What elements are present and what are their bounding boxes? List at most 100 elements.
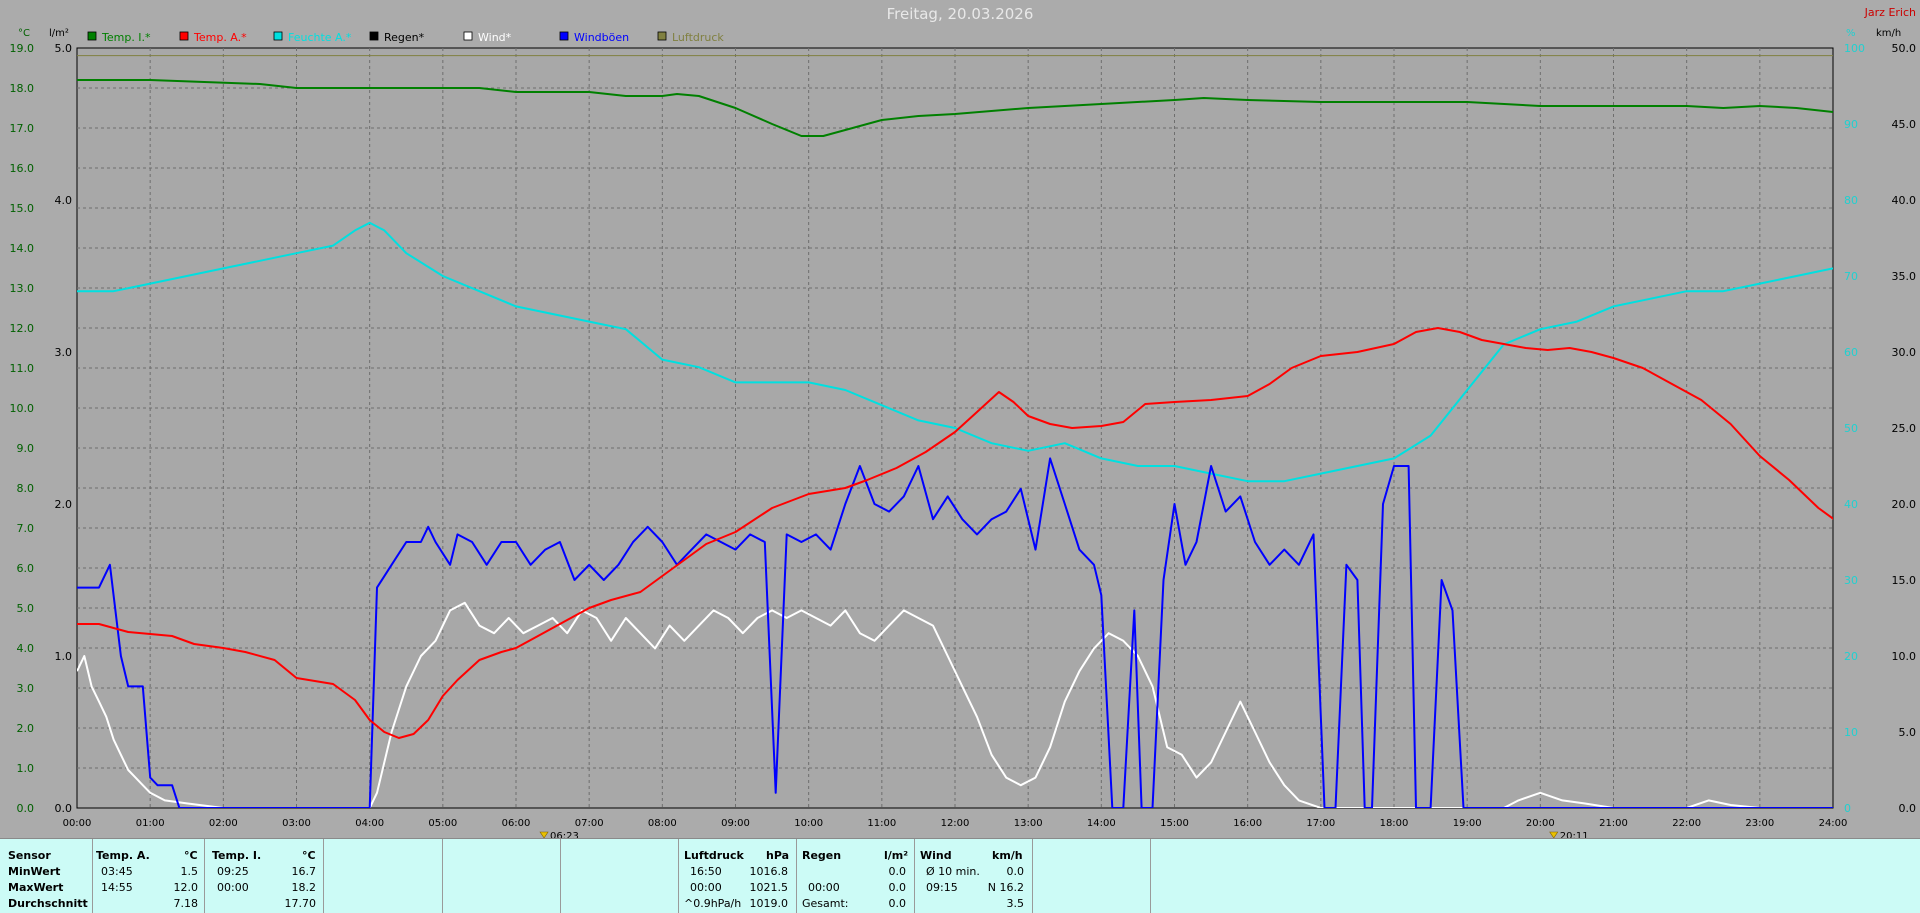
temp-axis-unit: °C <box>18 28 30 39</box>
x-tick-label: 00:00 <box>63 818 92 829</box>
rain-axis-unit: l/m² <box>49 28 69 39</box>
statistics-panel: Sensor MinWert MaxWert Durchschnitt Temp… <box>0 838 1920 913</box>
legend-swatch <box>179 31 189 41</box>
rain-tick-label: 2.0 <box>55 498 73 511</box>
humidity-tick-label: 0 <box>1844 802 1851 815</box>
temp-i-max-time: 00:00 <box>217 881 249 894</box>
x-tick-label: 16:00 <box>1233 818 1262 829</box>
rain-max-time: 00:00 <box>808 881 840 894</box>
temp-tick-label: 12.0 <box>10 322 35 335</box>
avg-row-label: Durchschnitt <box>8 897 88 910</box>
humidity-tick-label: 60 <box>1844 346 1858 359</box>
legend-label: Temp. I.* <box>101 31 151 44</box>
wind-tick-label: 40.0 <box>1892 194 1917 207</box>
temp-tick-label: 16.0 <box>10 162 35 175</box>
temp-tick-label: 18.0 <box>10 82 35 95</box>
wind-tick-label: 25.0 <box>1892 422 1917 435</box>
temp-i-min-time: 09:25 <box>217 865 249 878</box>
temp-a-header: Temp. A. <box>96 849 150 862</box>
rain-header: Regen <box>802 849 842 862</box>
wind-unit: km/h <box>992 849 1023 862</box>
rain-tick-label: 0.0 <box>55 802 73 815</box>
x-tick-label: 04:00 <box>355 818 384 829</box>
wind-tick-label: 30.0 <box>1892 346 1917 359</box>
x-tick-label: 02:00 <box>209 818 238 829</box>
temp-tick-label: 4.0 <box>17 642 35 655</box>
wind-tick-label: 35.0 <box>1892 270 1917 283</box>
temp-tick-label: 3.0 <box>17 682 35 695</box>
temp-tick-label: 8.0 <box>17 482 35 495</box>
rain-total-label: Gesamt: <box>802 897 849 910</box>
temp-tick-label: 9.0 <box>17 442 35 455</box>
rain-min-value: 0.0 <box>888 865 907 878</box>
wind-tick-label: 5.0 <box>1899 726 1917 739</box>
pressure-min-value: 1016.8 <box>749 865 789 878</box>
humidity-tick-label: 90 <box>1844 118 1858 131</box>
wind-avg-value: 3.5 <box>1006 897 1025 910</box>
sun-rise-label: 06:23 <box>550 831 579 838</box>
temp-i-max-value: 18.2 <box>291 881 317 894</box>
wind-header: Wind <box>920 849 952 862</box>
pressure-max-value: 1021.5 <box>749 881 789 894</box>
x-tick-label: 15:00 <box>1160 818 1189 829</box>
humidity-tick-label: 30 <box>1844 574 1858 587</box>
x-tick-label: 11:00 <box>867 818 896 829</box>
wind-tick-label: 10.0 <box>1892 650 1917 663</box>
x-tick-label: 06:00 <box>502 818 531 829</box>
pressure-max-time: 00:00 <box>690 881 722 894</box>
temp-tick-label: 2.0 <box>17 722 35 735</box>
x-tick-label: 12:00 <box>941 818 970 829</box>
wind-tick-label: 15.0 <box>1892 574 1917 587</box>
temp-a-min-time: 03:45 <box>101 865 133 878</box>
sun-set-label: 20:11 <box>1560 831 1589 838</box>
wind-axis-unit: km/h <box>1876 28 1901 39</box>
sensor-header: Sensor <box>8 849 51 862</box>
temp-a-unit: °C <box>184 849 198 862</box>
wind-tick-label: 0.0 <box>1899 802 1917 815</box>
rain-unit: l/m² <box>884 849 909 862</box>
pressure-unit: hPa <box>766 849 790 862</box>
rain-tick-label: 1.0 <box>55 650 73 663</box>
rain-tick-label: 4.0 <box>55 194 73 207</box>
pressure-avg-value: 1019.0 <box>749 897 789 910</box>
temp-tick-label: 7.0 <box>17 522 35 535</box>
x-tick-label: 21:00 <box>1599 818 1628 829</box>
humidity-tick-label: 20 <box>1844 650 1858 663</box>
x-tick-label: 14:00 <box>1087 818 1116 829</box>
temp-i-avg-value: 17.70 <box>284 897 317 910</box>
temp-tick-label: 0.0 <box>17 802 35 815</box>
x-tick-label: 20:00 <box>1526 818 1555 829</box>
author-label: Jarz Erich <box>1864 6 1916 19</box>
wind-10min-value: 0.0 <box>1006 865 1025 878</box>
x-tick-label: 05:00 <box>428 818 457 829</box>
hum-axis-unit: % <box>1846 28 1856 39</box>
x-tick-label: 03:00 <box>282 818 311 829</box>
x-tick-label: 10:00 <box>794 818 823 829</box>
x-tick-label: 23:00 <box>1745 818 1774 829</box>
pressure-min-time: 16:50 <box>690 865 722 878</box>
temp-tick-label: 6.0 <box>17 562 35 575</box>
rain-tick-label: 3.0 <box>55 346 73 359</box>
humidity-tick-label: 70 <box>1844 270 1858 283</box>
legend-label: Feuchte A.* <box>288 31 352 44</box>
weather-chart: 0.0 1.0 2.0 3.0 4.0 5.0 6.0 7.0 8.0 9.0 10.0 11.0 12… <box>10 5 1917 838</box>
temp-tick-label: 15.0 <box>10 202 35 215</box>
pressure-header: Luftdruck <box>684 849 744 862</box>
wind-tick-label: 20.0 <box>1892 498 1917 511</box>
x-tick-label: 24:00 <box>1819 818 1848 829</box>
temp-tick-label: 1.0 <box>17 762 35 775</box>
legend-label: Windböen <box>574 31 629 44</box>
temp-tick-label: 11.0 <box>10 362 35 375</box>
temp-a-min-value: 1.5 <box>180 865 199 878</box>
x-tick-label: 22:00 <box>1672 818 1701 829</box>
temp-i-header: Temp. I. <box>212 849 262 862</box>
rain-tick-label: 5.0 <box>55 42 73 55</box>
temp-tick-label: 5.0 <box>17 602 35 615</box>
temp-i-min-value: 16.7 <box>291 865 317 878</box>
wind-max-value: N 16.2 <box>987 881 1024 894</box>
rain-max-value: 0.0 <box>888 881 907 894</box>
wind-max-time: 09:15 <box>926 881 958 894</box>
legend-label: Luftdruck <box>672 31 724 44</box>
temp-tick-label: 14.0 <box>10 242 35 255</box>
legend-label: Wind* <box>478 31 512 44</box>
